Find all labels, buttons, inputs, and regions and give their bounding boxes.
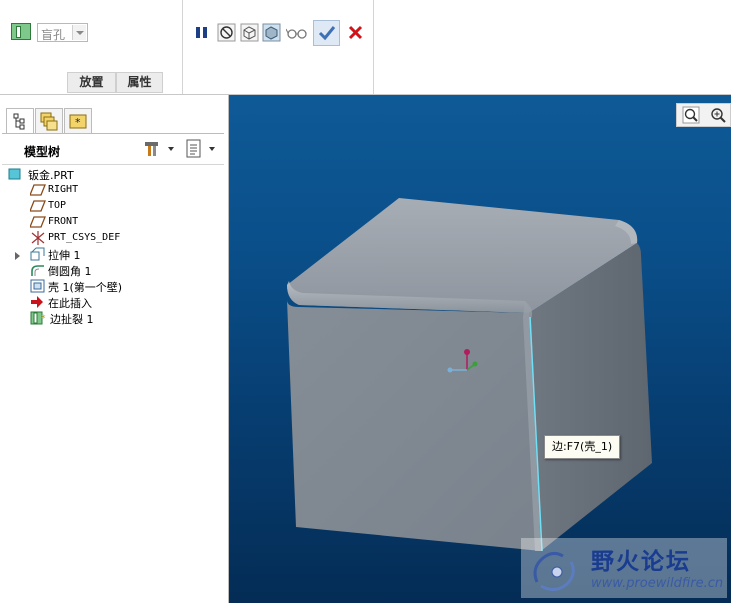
tree-item-label: RIGHT bbox=[48, 184, 79, 195]
datum-plane-icon bbox=[29, 199, 46, 213]
tree-tools-icon[interactable] bbox=[142, 139, 162, 162]
tree-item-round[interactable]: 倒圆角 1 bbox=[0, 262, 224, 278]
tree-item-right[interactable]: RIGHT bbox=[0, 182, 224, 198]
model-tree-tab-icon[interactable] bbox=[6, 108, 34, 134]
tab-placement[interactable]: 放置 bbox=[67, 72, 116, 93]
tree-item-csys[interactable]: PRT_CSYS_DEF bbox=[0, 230, 224, 246]
watermark: 野火论坛 www.proewildfire.cn bbox=[521, 538, 727, 598]
tree-item-front[interactable]: FRONT bbox=[0, 214, 224, 230]
round-icon bbox=[30, 263, 44, 277]
tree-item-label: TOP bbox=[48, 200, 67, 211]
preview-icon[interactable] bbox=[262, 23, 281, 42]
no-preview-icon[interactable] bbox=[217, 23, 236, 42]
layers-tab-icon[interactable] bbox=[35, 108, 63, 134]
watermark-logo-icon bbox=[527, 542, 583, 599]
feature-dashboard: 盲孔 放置 属性 bbox=[0, 0, 731, 95]
tree-item-label: 拉伸 1 bbox=[48, 249, 81, 262]
watermark-url: www.proewildfire.cn bbox=[591, 576, 724, 591]
chevron-down-icon[interactable] bbox=[209, 147, 215, 151]
tree-item-label: FRONT bbox=[48, 216, 79, 227]
model-tree-title: 模型树 bbox=[24, 145, 61, 159]
tree-item-part[interactable]: 钣金.PRT bbox=[0, 166, 224, 182]
tree-item-label: 倒圆角 1 bbox=[48, 265, 92, 278]
tree-item-top[interactable]: TOP bbox=[0, 198, 224, 214]
tree-settings-icon[interactable] bbox=[185, 139, 203, 162]
verify-icon[interactable] bbox=[240, 23, 259, 42]
tree-item-edge-rip[interactable]: * 边扯裂 1 bbox=[0, 310, 224, 326]
edge-tooltip: 边:F7(壳_1) bbox=[544, 435, 621, 459]
ok-check-icon[interactable] bbox=[313, 20, 340, 46]
divider bbox=[373, 0, 374, 94]
chevron-down-icon[interactable] bbox=[168, 147, 174, 151]
graphics-viewport[interactable]: 边:F7(壳_1) 野火论坛 www.proewildfire.cn bbox=[229, 95, 731, 603]
part-icon bbox=[8, 167, 22, 181]
chevron-down-icon[interactable] bbox=[72, 25, 86, 40]
svg-text:*: * bbox=[75, 116, 81, 129]
hole-feature-icon bbox=[11, 23, 31, 40]
hole-type-dropdown[interactable]: 盲孔 bbox=[37, 23, 88, 42]
tab-properties[interactable]: 属性 bbox=[116, 72, 163, 93]
tree-item-label: 壳 1(第一个壁) bbox=[48, 281, 123, 294]
tree-item-label: 在此插入 bbox=[48, 297, 92, 310]
shell-icon bbox=[30, 279, 45, 293]
tree-item-shell[interactable]: 壳 1(第一个壁) bbox=[0, 278, 224, 294]
csys-icon bbox=[30, 231, 45, 245]
insert-here-arrow-icon bbox=[30, 295, 44, 309]
divider bbox=[182, 0, 183, 94]
tree-item-label: 边扯裂 1 bbox=[50, 313, 94, 326]
datum-plane-icon bbox=[29, 215, 46, 229]
tree-item-label: 钣金.PRT bbox=[28, 169, 74, 182]
watermark-title: 野火论坛 bbox=[591, 549, 691, 575]
datum-plane-icon bbox=[29, 183, 46, 197]
pause-icon[interactable] bbox=[192, 23, 211, 42]
cancel-x-icon[interactable] bbox=[346, 23, 365, 42]
glasses-icon[interactable] bbox=[285, 23, 308, 42]
extrude-icon bbox=[30, 247, 45, 261]
svg-text:*: * bbox=[41, 314, 46, 324]
model-tree-header: 模型树 bbox=[2, 133, 224, 165]
edge-rip-icon: * bbox=[30, 311, 46, 325]
tree-item-extrude[interactable]: 拉伸 1 bbox=[0, 246, 224, 262]
tree-item-label: PRT_CSYS_DEF bbox=[48, 232, 121, 243]
hole-type-value: 盲孔 bbox=[41, 28, 66, 42]
favorites-tab-icon[interactable]: * bbox=[64, 108, 92, 134]
navigator-panel: * 模型树 钣金.PRT RIGHT TOP FRONT PRT_CSYS_DE… bbox=[0, 95, 229, 603]
sheetmetal-box-model[interactable] bbox=[229, 95, 731, 603]
tree-item-insert-here[interactable]: 在此插入 bbox=[0, 294, 224, 310]
